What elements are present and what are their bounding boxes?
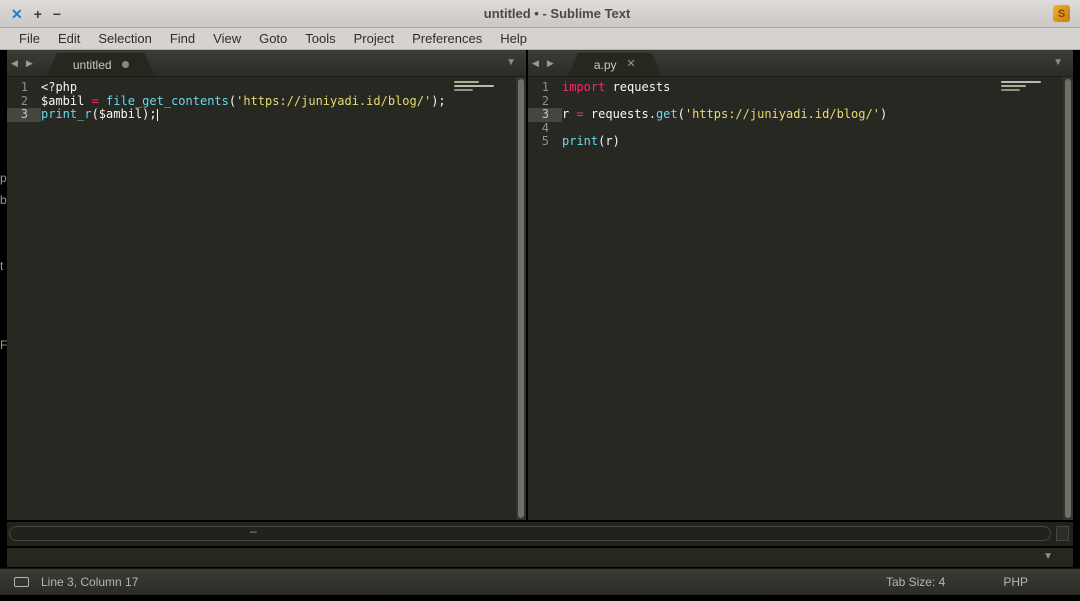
background-fragment: t	[0, 259, 7, 273]
line-number: 3	[528, 108, 562, 122]
code-line[interactable]: 3print_r($ambil);	[7, 108, 526, 122]
line-number: 4	[528, 122, 562, 136]
menu-edit[interactable]: Edit	[49, 31, 89, 46]
minimap[interactable]	[1001, 81, 1043, 97]
horizontal-scrollbar-track[interactable]	[9, 526, 1051, 541]
code-line[interactable]: 3r = requests.get('https://juniyadi.id/b…	[528, 108, 1073, 122]
window-close-icon[interactable]: ✕	[11, 7, 23, 21]
vertical-scrollbar[interactable]	[1063, 77, 1073, 520]
horizontal-scrollbar[interactable]: –	[7, 522, 1073, 546]
window-maximize-icon[interactable]: +	[34, 7, 42, 21]
menu-project[interactable]: Project	[345, 31, 403, 46]
code-text: $ambil = file_get_contents('https://juni…	[41, 95, 446, 109]
editor-area: ◀ ▶ untitled ▼ 1<?php2$ambil = file_get_…	[0, 50, 1080, 520]
code-line[interactable]: 2$ambil = file_get_contents('https://jun…	[7, 95, 526, 109]
code-text: print(r)	[562, 135, 620, 149]
line-number: 3	[7, 108, 41, 122]
modified-indicator-icon	[122, 61, 129, 68]
background-fragment: b	[0, 193, 7, 207]
menu-help[interactable]: Help	[491, 31, 536, 46]
code-text: import requests	[562, 81, 670, 95]
title-bar: ✕ + − untitled • - Sublime Text S	[0, 0, 1080, 28]
vertical-scrollbar[interactable]	[516, 77, 526, 520]
tabs-scroll-left-icon[interactable]: ◀	[528, 58, 543, 69]
console-toggle-icon[interactable]	[14, 577, 29, 587]
scrollbar-corner	[1056, 526, 1069, 541]
menu-bar: File Edit Selection Find View Goto Tools…	[0, 28, 1080, 50]
panel-scroll-strip[interactable]: ▼	[7, 548, 1073, 567]
bottom-panel: – ▼	[0, 520, 1080, 568]
menu-view[interactable]: View	[204, 31, 250, 46]
tab-close-icon[interactable]: ✕	[627, 59, 636, 70]
status-bar: Line 3, Column 17 Tab Size: 4 PHP	[0, 568, 1080, 595]
cursor-position: Line 3, Column 17	[41, 575, 138, 589]
background-fragment: p	[0, 171, 7, 185]
background-fragment: F	[0, 338, 7, 352]
code-line[interactable]: 2	[528, 95, 1073, 109]
tabs-scroll-left-icon[interactable]: ◀	[7, 58, 22, 69]
tab-list-dropdown-icon[interactable]: ▼	[1053, 57, 1063, 68]
menu-file[interactable]: File	[10, 31, 49, 46]
tabs-scroll-right-icon[interactable]: ▶	[543, 58, 558, 69]
text-cursor	[157, 109, 158, 121]
tab-list-dropdown-icon[interactable]: ▼	[506, 57, 516, 68]
code-line[interactable]: 4	[528, 122, 1073, 136]
menu-goto[interactable]: Goto	[250, 31, 296, 46]
window-minimize-icon[interactable]: −	[53, 7, 61, 21]
code-text: r = requests.get('https://juniyadi.id/bl…	[562, 108, 887, 122]
menu-find[interactable]: Find	[161, 31, 204, 46]
tabs-scroll-right-icon[interactable]: ▶	[22, 58, 37, 69]
code-line[interactable]: 5print(r)	[528, 135, 1073, 149]
code-text: print_r($ambil);	[41, 108, 158, 122]
pane-right: ◀ ▶ a.py ✕ ▼ 1import requests23r = reque…	[528, 50, 1073, 520]
line-number: 1	[528, 81, 562, 95]
menu-preferences[interactable]: Preferences	[403, 31, 491, 46]
syntax-selector[interactable]: PHP	[1003, 575, 1028, 589]
line-number: 2	[528, 95, 562, 109]
menu-selection[interactable]: Selection	[89, 31, 160, 46]
panel-dropdown-icon[interactable]: ▼	[1043, 551, 1053, 562]
line-number: 1	[7, 81, 41, 95]
tab-size-selector[interactable]: Tab Size: 4	[886, 575, 945, 589]
line-number: 5	[528, 135, 562, 149]
tab-untitled-label: untitled	[73, 58, 112, 72]
tab-untitled[interactable]: untitled	[47, 53, 155, 76]
code-view-php[interactable]: 1<?php2$ambil = file_get_contents('https…	[7, 77, 526, 520]
window-edge	[0, 595, 1080, 601]
code-line[interactable]: 1import requests	[528, 81, 1073, 95]
tab-apy[interactable]: a.py ✕	[568, 53, 662, 76]
code-text: <?php	[41, 81, 77, 95]
tab-bar-left: ◀ ▶ untitled ▼	[7, 50, 526, 77]
tab-apy-label: a.py	[594, 58, 617, 72]
line-number: 2	[7, 95, 41, 109]
code-view-python[interactable]: 1import requests23r = requests.get('http…	[528, 77, 1073, 520]
code-line[interactable]: 1<?php	[7, 81, 526, 95]
tab-bar-right: ◀ ▶ a.py ✕ ▼	[528, 50, 1073, 77]
minimap[interactable]	[454, 81, 496, 97]
window-title: untitled • - Sublime Text	[61, 6, 1053, 21]
pane-left: ◀ ▶ untitled ▼ 1<?php2$ambil = file_get_…	[7, 50, 526, 520]
sublime-logo-icon: S	[1053, 5, 1070, 22]
menu-tools[interactable]: Tools	[296, 31, 344, 46]
